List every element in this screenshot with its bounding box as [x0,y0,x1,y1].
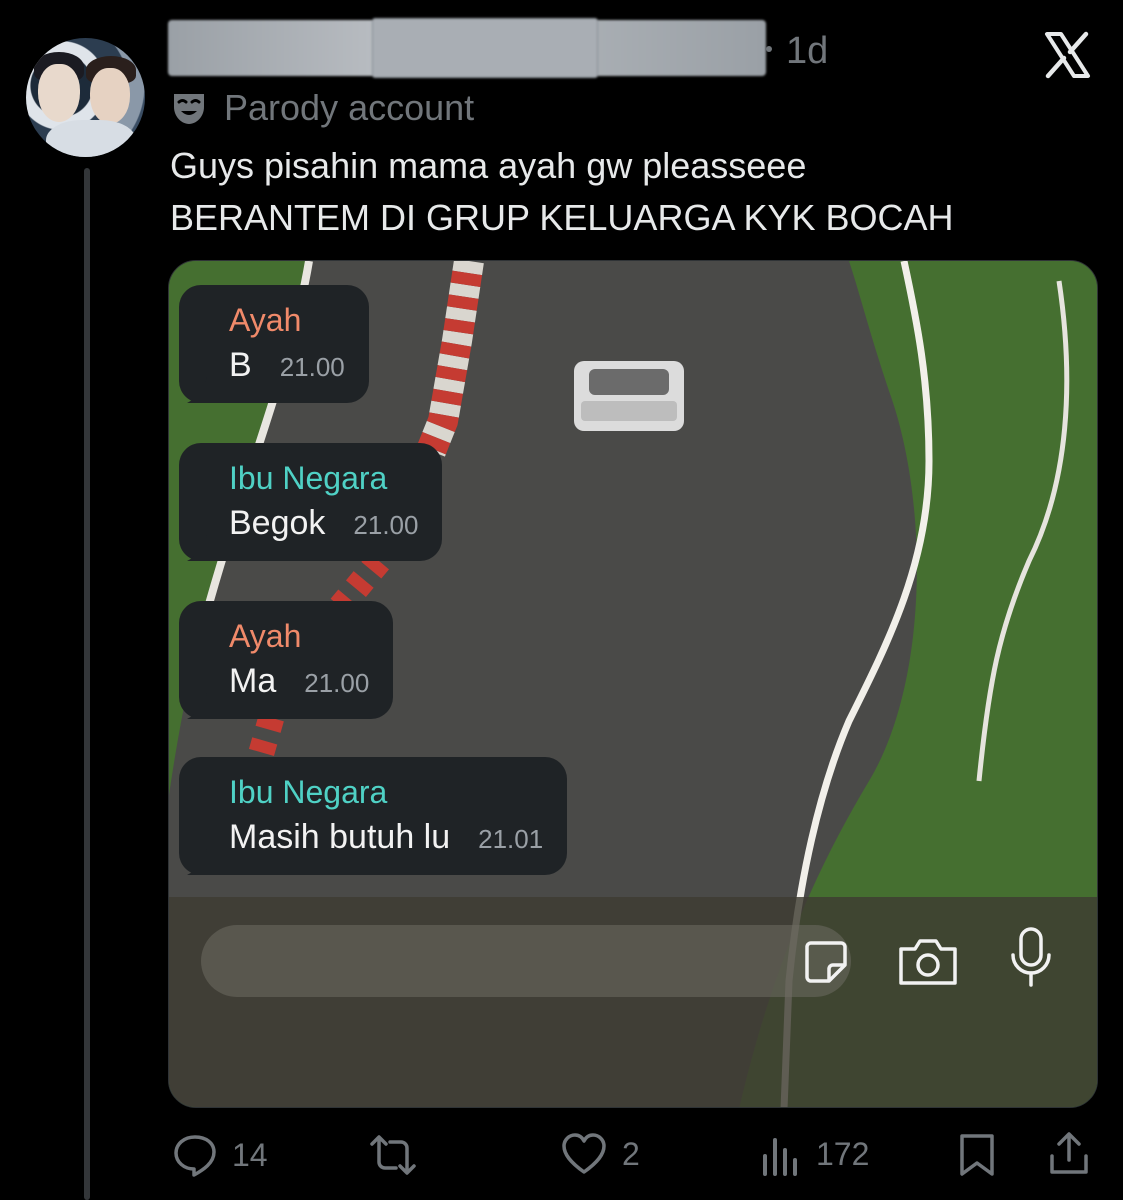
bubble-tail [187,693,217,719]
post-text-line: BERANTEM DI GRUP KELUARGA KYK BOCAH [170,197,954,238]
repost-button[interactable] [368,1132,432,1178]
chat-message[interactable]: Ibu Negara Begok 21.00 [179,443,443,561]
chat-timestamp: 21.00 [279,352,345,382]
chat-text: Masih butuh lu [229,818,451,856]
chat-timestamp: 21.01 [478,824,544,854]
post-media[interactable]: Ayah B 21.00 Ibu Negara Begok 21.00 Ayah… [168,260,1098,1108]
bubble-tail [187,535,217,561]
chat-message-input[interactable] [201,925,851,997]
repost-icon [370,1135,416,1175]
views-button[interactable]: 172 [760,1132,869,1176]
thread-line [84,168,90,1200]
reply-icon [174,1135,216,1177]
reply-count: 14 [232,1136,268,1173]
bubble-tail [187,849,217,875]
chat-compose-bar [169,897,1097,1107]
avatar-face [90,68,130,124]
like-icon [562,1133,606,1174]
handle-redacted [372,18,598,78]
parody-account-text: Parody account [224,87,475,128]
bookmark-icon[interactable] [956,1132,998,1178]
parody-label: Parody account [170,86,474,130]
microphone-icon[interactable] [1007,927,1055,989]
separator-dot [766,46,772,52]
views-count: 172 [816,1135,870,1172]
chat-text: Begok [229,504,326,542]
x-logo-icon[interactable] [1042,30,1092,80]
post-text: Guys pisahin mama ayah gw pleasseee BERA… [170,140,1070,244]
post-action-bar: 14 2 172 [168,1124,1098,1188]
reply-button[interactable]: 14 [172,1132,268,1178]
chat-sender: Ibu Negara [229,460,388,496]
chat-message[interactable]: Ibu Negara Masih butuh lu 21.01 [179,757,568,875]
chat-sender: Ayah [229,618,302,654]
avatar-face [38,64,80,122]
parody-mask-icon [174,94,204,124]
chat-text: B [229,346,252,384]
like-button[interactable]: 2 [560,1132,640,1176]
avatar-shirt [46,120,136,157]
chat-sender: Ibu Negara [229,774,388,810]
post-time[interactable]: 1d [786,30,828,73]
chat-message[interactable]: Ayah Ma 21.00 [179,601,394,719]
like-count: 2 [622,1135,640,1172]
chat-message[interactable]: Ayah B 21.00 [179,285,369,403]
avatar[interactable] [26,38,145,157]
chat-text: Ma [229,662,277,700]
sticker-icon[interactable] [803,939,849,985]
post-text-line: Guys pisahin mama ayah gw pleasseee [170,145,807,186]
chat-timestamp: 21.00 [304,668,370,698]
display-name-redacted[interactable] [168,18,766,78]
chat-timestamp: 21.00 [353,510,419,540]
views-icon [763,1138,797,1176]
bubble-tail [187,377,217,403]
share-icon[interactable] [1048,1130,1090,1176]
camera-icon[interactable] [897,935,959,987]
chat-sender: Ayah [229,302,302,338]
